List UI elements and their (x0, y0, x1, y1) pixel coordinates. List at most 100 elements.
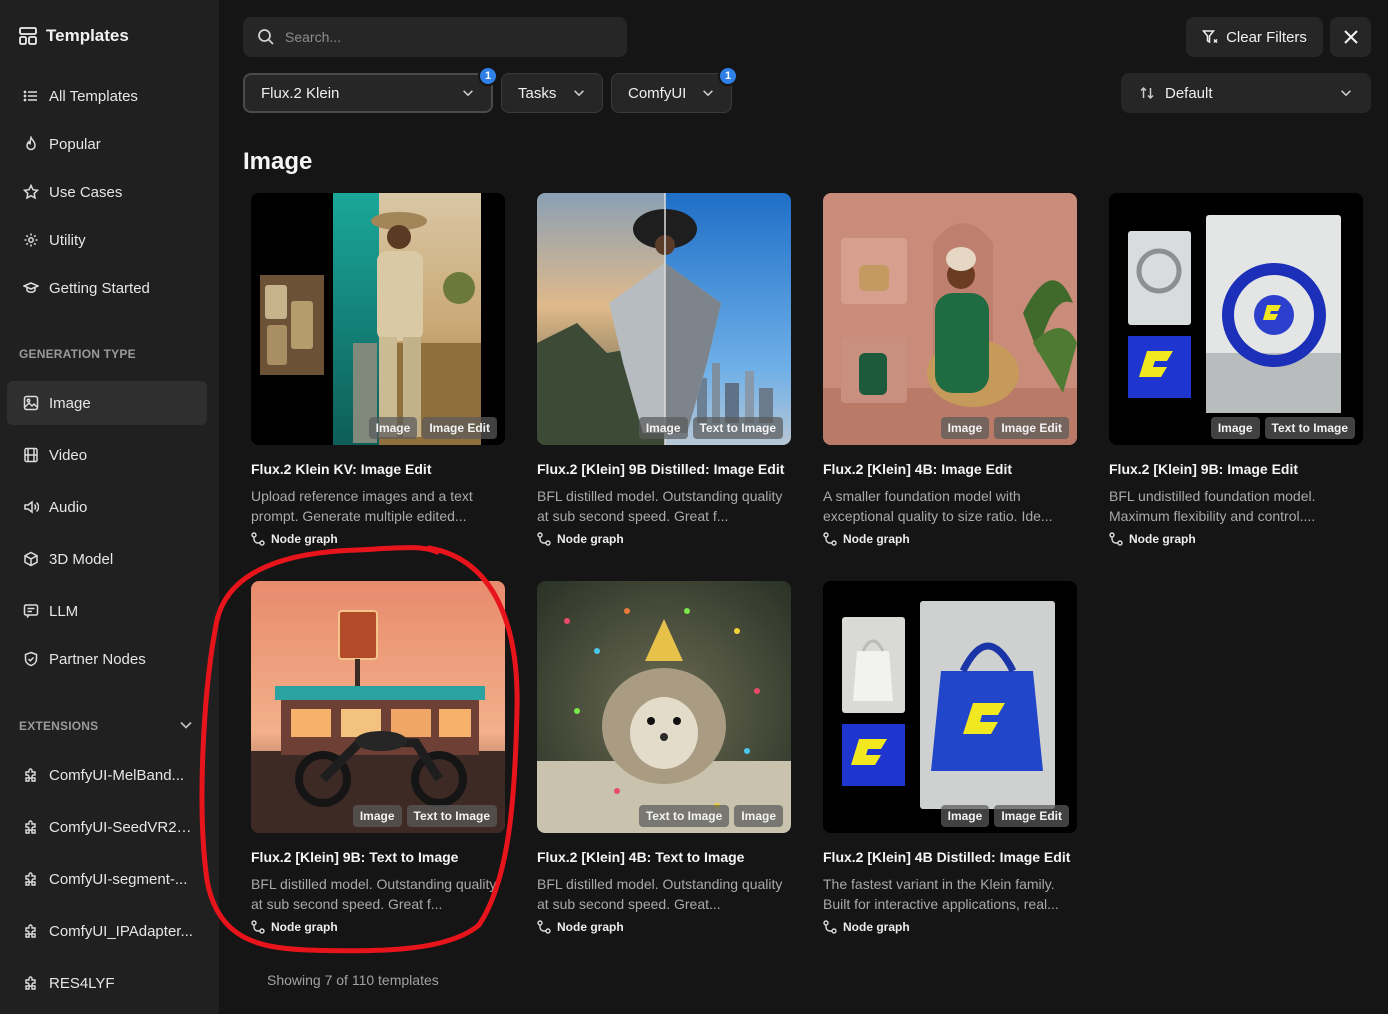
nav-popular[interactable]: Popular (7, 122, 207, 166)
chat-icon (23, 604, 39, 618)
nav-extension-res4lyf[interactable]: RES4LYF (7, 961, 207, 1005)
search-icon (258, 29, 274, 45)
search-input[interactable] (285, 29, 605, 45)
card-description: BFL undistilled foundation model. Maximu… (1109, 488, 1316, 524)
star-icon (23, 184, 39, 200)
chevron-down-icon (1341, 90, 1351, 97)
nav-3d-model[interactable]: 3D Model (7, 537, 207, 581)
nav-label: Video (49, 446, 88, 464)
chevron-down-icon[interactable] (178, 717, 194, 733)
filter-label: Flux.2 Klein (261, 84, 340, 102)
puzzle-icon (25, 924, 36, 938)
nav-label: Utility (49, 231, 86, 249)
sort-dropdown[interactable]: Default (1121, 73, 1371, 113)
card-meta: Node graph (537, 532, 791, 546)
card-meta-label: Node graph (271, 532, 338, 546)
template-card[interactable]: Image Image Edit Flux.2 [Klein] 4B: Imag… (823, 193, 1077, 546)
tag: Image Edit (994, 805, 1069, 827)
puzzle-icon (25, 768, 36, 782)
node-graph-icon (251, 920, 265, 934)
card-meta: Node graph (823, 920, 1077, 934)
template-thumbnail[interactable]: Image Image Edit (251, 193, 505, 445)
tag-list: Text to Image Image (638, 805, 783, 827)
search-box[interactable] (243, 17, 627, 57)
template-card[interactable]: Image Image Edit Flux.2 [Klein] 4B Disti… (823, 581, 1077, 934)
model-filter-count-badge: 1 (478, 66, 498, 86)
tag: Image (940, 805, 990, 827)
thumbnail-image (823, 193, 1077, 445)
nav-image[interactable]: Image (7, 381, 207, 425)
tag: Text to Image (692, 417, 783, 439)
gear-icon (24, 233, 38, 247)
template-thumbnail[interactable]: Text to Image Image (537, 581, 791, 833)
nav-extension-ipadapter[interactable]: ComfyUI_IPAdapter... (7, 909, 207, 953)
thumbnail-image (537, 193, 791, 445)
nav-utility[interactable]: Utility (7, 218, 207, 262)
card-meta-label: Node graph (1129, 532, 1196, 546)
thumbnail-image (537, 581, 791, 833)
nav-audio[interactable]: Audio (7, 485, 207, 529)
nav-use-cases[interactable]: Use Cases (7, 170, 207, 214)
model-filter-dropdown[interactable]: Flux.2 Klein (243, 73, 493, 113)
nav-getting-started[interactable]: Getting Started (7, 266, 207, 310)
template-card[interactable]: Image Text to Image Flux.2 [Klein] 9B: I… (1109, 193, 1363, 546)
framework-filter-dropdown[interactable]: ComfyUI (611, 73, 732, 113)
tag-list: Image Image Edit (368, 417, 497, 439)
nav-partner-nodes[interactable]: Partner Nodes (7, 637, 207, 681)
template-thumbnail[interactable]: Image Image Edit (823, 193, 1077, 445)
tag: Image (638, 417, 688, 439)
nav-llm[interactable]: LLM (7, 589, 207, 633)
extensions-title: EXTENSIONS (19, 719, 99, 733)
tasks-filter-dropdown[interactable]: Tasks (501, 73, 603, 113)
card-meta-label: Node graph (271, 920, 338, 934)
tag-list: Image Text to Image (638, 417, 783, 439)
card-description: BFL distilled model. Outstanding quality… (251, 876, 497, 912)
close-button[interactable] (1330, 17, 1371, 57)
nav-label: Use Cases (49, 183, 123, 201)
list-icon (23, 90, 37, 102)
tag: Text to Image (638, 805, 730, 827)
templates-icon (19, 27, 37, 45)
nav-all-templates[interactable]: All Templates (7, 74, 207, 118)
sort-arrows-icon (1140, 86, 1154, 100)
sidebar: Templates All Templates Popular Use Case… (0, 0, 219, 1014)
nav-extension-seedvr2[interactable]: ComfyUI-SeedVR2_... (7, 805, 207, 849)
template-thumbnail[interactable]: Image Text to Image (251, 581, 505, 833)
flame-icon (26, 136, 36, 151)
tag-list: Image Text to Image (1210, 417, 1355, 439)
clear-filters-button[interactable]: Clear Filters (1186, 17, 1323, 57)
sort-label-group: Default (1139, 85, 1213, 102)
nav-label: Partner Nodes (49, 650, 146, 668)
card-title: Flux.2 [Klein] 9B: Image Edit (1109, 461, 1299, 477)
card-meta: Node graph (537, 920, 791, 934)
nav-label: ComfyUI-MelBand... (49, 766, 185, 784)
template-card[interactable]: Image Text to Image Flux.2 [Klein] 9B Di… (537, 193, 791, 546)
badge-icon (24, 651, 38, 667)
template-card[interactable]: Image Text to Image Flux.2 [Klein] 9B: T… (251, 581, 505, 934)
nav-label: All Templates (49, 87, 138, 105)
template-thumbnail[interactable]: Image Image Edit (823, 581, 1077, 833)
sidebar-brand: Templates (18, 26, 129, 46)
card-description: Upload reference images and a text promp… (251, 488, 473, 524)
card-title: Flux.2 [Klein] 9B Distilled: Image Edit (537, 461, 785, 477)
template-card[interactable]: Image Image Edit Flux.2 Klein KV: Image … (251, 193, 505, 546)
speaker-icon (24, 500, 39, 514)
puzzle-icon (25, 820, 36, 834)
tag: Text to Image (1264, 417, 1355, 439)
template-thumbnail[interactable]: Image Text to Image (1109, 193, 1363, 445)
template-thumbnail[interactable]: Image Text to Image (537, 193, 791, 445)
node-graph-icon (1109, 532, 1123, 546)
card-meta: Node graph (823, 532, 1077, 546)
nav-extension-melband[interactable]: ComfyUI-MelBand... (7, 753, 207, 797)
puzzle-icon (25, 976, 36, 990)
results-count: Showing 7 of 110 templates (267, 972, 439, 988)
nav-video[interactable]: Video (7, 433, 207, 477)
node-graph-icon (537, 532, 551, 546)
card-description: The fastest variant in the Klein family.… (823, 876, 1059, 912)
template-card[interactable]: Text to Image Image Flux.2 [Klein] 4B: T… (537, 581, 791, 934)
nav-extension-segment[interactable]: ComfyUI-segment-... (7, 857, 207, 901)
chevron-down-icon (463, 90, 473, 97)
nav-label: ComfyUI_IPAdapter... (49, 922, 193, 940)
nav-label: Audio (49, 498, 88, 516)
card-description: A smaller foundation model with exceptio… (823, 488, 1053, 524)
